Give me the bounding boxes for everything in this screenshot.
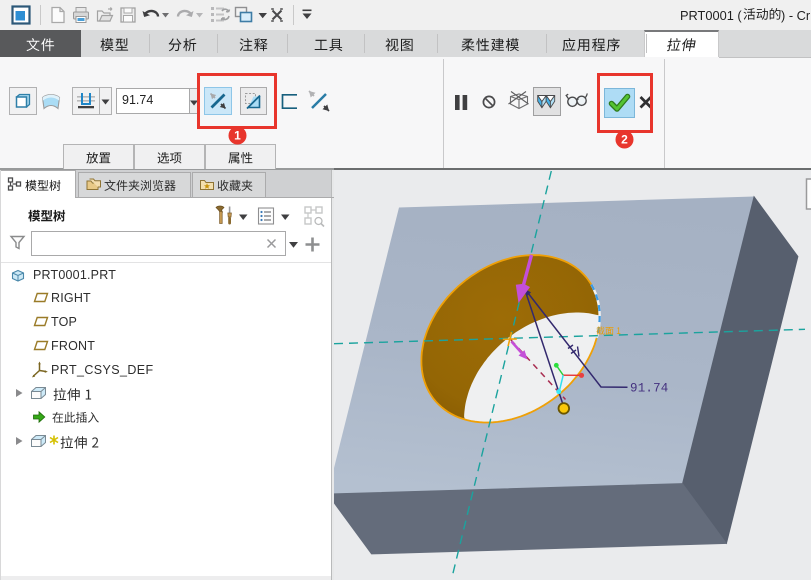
svg-text:1: 1 [234, 129, 241, 143]
svg-text:91.74: 91.74 [630, 382, 669, 396]
svg-text:2: 2 [621, 133, 628, 147]
